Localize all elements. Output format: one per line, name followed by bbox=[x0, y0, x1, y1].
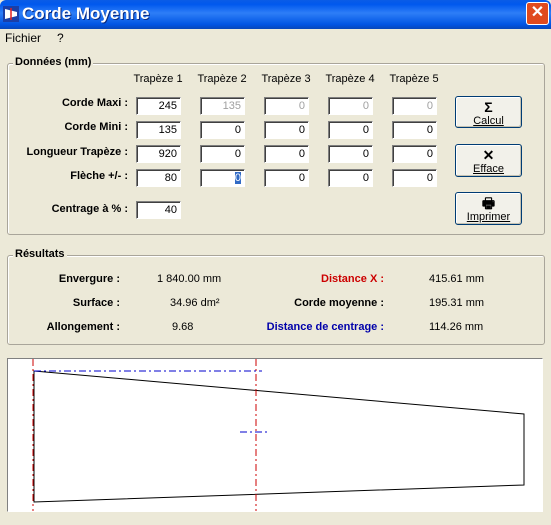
corde-mini-t3-input[interactable]: 0 bbox=[264, 121, 309, 139]
column-header-trapeze-2: Trapèze 2 bbox=[197, 73, 247, 85]
wing-drawing bbox=[32, 359, 525, 511]
fleche-t3-input[interactable]: 0 bbox=[264, 169, 309, 187]
envergure-value: 1 840.00 mm bbox=[157, 273, 222, 285]
selected-text: 0 bbox=[234, 172, 241, 184]
surface-label: Surface : bbox=[72, 297, 120, 309]
sigma-icon: Σ bbox=[484, 99, 493, 115]
corde-mini-label: Corde Mini : bbox=[64, 121, 128, 133]
efface-button-label: Efface bbox=[473, 163, 504, 175]
corde-maxi-t5-input[interactable]: 0 bbox=[392, 97, 437, 115]
erase-x-icon: ✕ bbox=[482, 147, 495, 163]
distance-centrage-value: 114.26 mm bbox=[429, 321, 484, 333]
envergure-label: Envergure : bbox=[58, 273, 120, 285]
title-bar[interactable]: Corde Moyenne ✕ bbox=[0, 0, 551, 29]
menu-fichier[interactable]: Fichier bbox=[5, 31, 41, 45]
calcul-button-label: Calcul bbox=[473, 115, 504, 127]
allongement-label: Allongement : bbox=[46, 321, 120, 333]
imprimer-button-label: Imprimer bbox=[466, 211, 511, 223]
corde-mini-t4-input[interactable]: 0 bbox=[328, 121, 373, 139]
corde-mini-t1-input[interactable]: 135 bbox=[136, 121, 181, 139]
corde-maxi-t4-input[interactable]: 0 bbox=[328, 97, 373, 115]
corde-mini-t5-input[interactable]: 0 bbox=[392, 121, 437, 139]
imprimer-button[interactable]: 🖶 Imprimer bbox=[455, 192, 522, 225]
allongement-value: 9.68 bbox=[172, 321, 194, 333]
surface-value: 34.96 dm² bbox=[170, 297, 220, 309]
distance-x-label: Distance X : bbox=[321, 273, 384, 285]
longueur-t3-input[interactable]: 0 bbox=[264, 145, 309, 163]
distance-centrage-label: Distance de centrage : bbox=[266, 321, 384, 333]
corde-mini-t2-input[interactable]: 0 bbox=[200, 121, 245, 139]
wing-drawing-canvas bbox=[7, 358, 543, 512]
fleche-t5-input[interactable]: 0 bbox=[392, 169, 437, 187]
longueur-t2-input[interactable]: 0 bbox=[200, 145, 245, 163]
menu-help[interactable]: ? bbox=[57, 31, 64, 45]
fleche-t4-input[interactable]: 0 bbox=[328, 169, 373, 187]
column-header-trapeze-3: Trapèze 3 bbox=[261, 73, 311, 85]
fleche-t1-input[interactable]: 80 bbox=[136, 169, 181, 187]
longueur-t4-input[interactable]: 0 bbox=[328, 145, 373, 163]
wing-outline bbox=[33, 370, 525, 503]
centrage-input[interactable]: 40 bbox=[136, 201, 181, 219]
distance-x-value: 415.61 mm bbox=[429, 273, 485, 285]
column-header-trapeze-1: Trapèze 1 bbox=[133, 73, 183, 85]
fleche-t2-input[interactable]: 0 bbox=[200, 169, 245, 187]
longueur-t5-input[interactable]: 0 bbox=[392, 145, 437, 163]
fleche-label: Flèche +/- : bbox=[70, 170, 128, 182]
centrage-label: Centrage à % : bbox=[51, 203, 128, 215]
app-icon bbox=[3, 6, 19, 22]
longueur-t1-input[interactable]: 920 bbox=[136, 145, 181, 163]
corde-maxi-label: Corde Maxi : bbox=[61, 97, 128, 109]
longueur-trapeze-label: Longueur Trapèze : bbox=[26, 146, 128, 158]
column-header-trapeze-5: Trapèze 5 bbox=[389, 73, 439, 85]
corde-moyenne-label: Corde moyenne : bbox=[294, 297, 384, 309]
menu-bar: Fichier ? bbox=[0, 29, 551, 48]
donnees-group-label: Données (mm) bbox=[13, 56, 94, 68]
printer-icon: 🖶 bbox=[481, 195, 496, 211]
calcul-button[interactable]: Σ Calcul bbox=[455, 96, 522, 128]
close-button[interactable]: ✕ bbox=[526, 2, 549, 25]
corde-moyenne-value: 195.31 mm bbox=[429, 297, 485, 309]
efface-button[interactable]: ✕ Efface bbox=[455, 144, 522, 177]
corde-maxi-t2-input[interactable]: 135 bbox=[200, 97, 245, 115]
resultats-group-label: Résultats bbox=[13, 248, 67, 260]
column-header-trapeze-4: Trapèze 4 bbox=[325, 73, 375, 85]
corde-maxi-t1-input[interactable]: 245 bbox=[136, 97, 181, 115]
corde-maxi-t3-input[interactable]: 0 bbox=[264, 97, 309, 115]
window-title: Corde Moyenne bbox=[22, 4, 150, 23]
